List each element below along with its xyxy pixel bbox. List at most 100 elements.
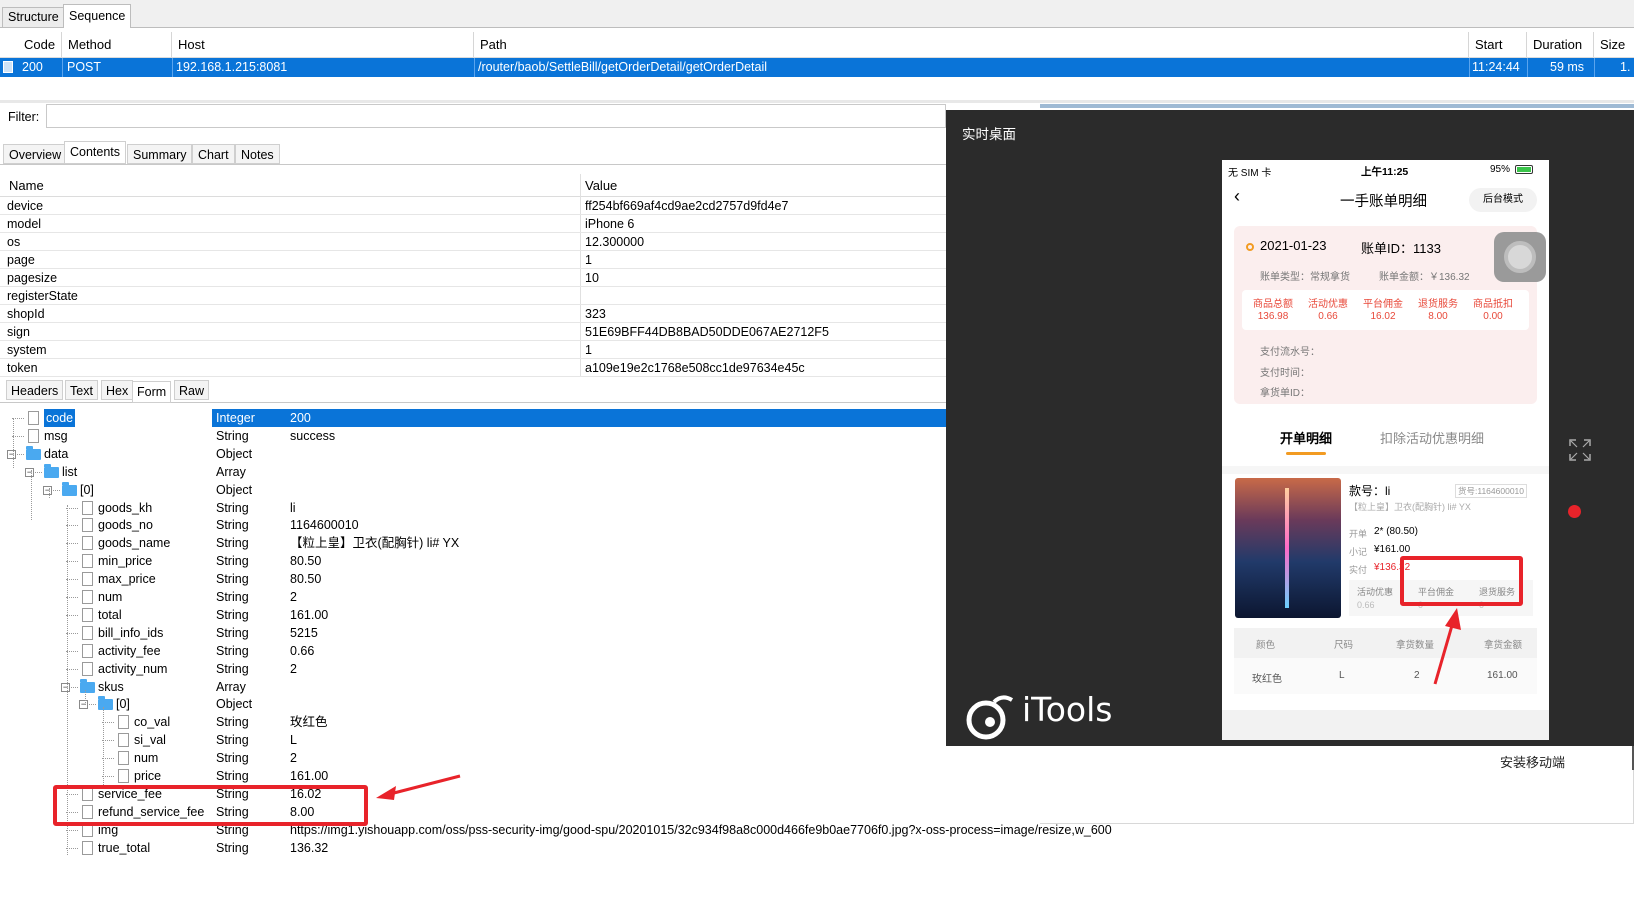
folder-icon	[44, 464, 59, 478]
col-path[interactable]: Path	[474, 32, 1469, 57]
tree-node-type: String	[216, 590, 249, 604]
col-start[interactable]: Start	[1469, 32, 1527, 57]
file-icon	[118, 733, 129, 747]
col-method[interactable]: Method	[62, 32, 172, 57]
collapse-toggle-icon[interactable]: −	[7, 450, 16, 459]
file-icon	[118, 715, 129, 729]
splitter[interactable]	[0, 100, 1634, 103]
tree-row[interactable]: − [0] Object	[0, 481, 946, 499]
tree-row[interactable]: si_val String L	[0, 731, 946, 749]
tab-text[interactable]: Text	[65, 380, 98, 400]
tree-row[interactable]: num String 2	[0, 749, 946, 767]
nav-title: 一手账单明细	[1340, 194, 1427, 210]
tree-node-name: si_val	[134, 733, 166, 747]
request-method: POST	[67, 60, 102, 74]
kv-row[interactable]: model iPhone 6	[0, 215, 946, 233]
filter-input[interactable]	[46, 104, 946, 128]
tree-row[interactable]: max_price String 80.50	[0, 570, 946, 588]
tree-row[interactable]: code Integer 200	[0, 409, 946, 427]
tree-node-type: String	[216, 501, 249, 515]
kv-row[interactable]: page 1	[0, 251, 946, 269]
tree-row[interactable]: activity_num String 2	[0, 660, 946, 678]
red-arrow-up	[1433, 608, 1461, 685]
tab-raw[interactable]: Raw	[174, 380, 210, 400]
tree-row[interactable]: activity_fee String 0.66	[0, 642, 946, 660]
tab-open-detail[interactable]: 开单明细	[1280, 428, 1332, 447]
tree-node-name: num	[134, 751, 159, 765]
collapse-toggle-icon[interactable]: −	[25, 468, 34, 477]
tab-contents[interactable]: Contents	[64, 141, 127, 164]
install-mobile-text[interactable]: 安装移动端	[1500, 752, 1565, 771]
tree-row[interactable]: goods_no String 1164600010	[0, 516, 946, 534]
file-icon	[82, 841, 93, 855]
kv-header-value[interactable]: Value	[585, 176, 617, 196]
col-size[interactable]: Size	[1594, 32, 1634, 57]
tree-row[interactable]: − data Object	[0, 445, 946, 463]
collapse-toggle-icon[interactable]: −	[61, 683, 70, 692]
col-code[interactable]: Code	[18, 32, 62, 57]
tab-form[interactable]: Form	[132, 381, 172, 403]
request-start: 11:24:44	[1472, 60, 1520, 74]
tree-node-type: String	[216, 769, 249, 783]
collapse-toggle-icon[interactable]: −	[79, 700, 88, 709]
kv-value: iPhone 6	[585, 217, 635, 231]
kv-key: token	[7, 361, 38, 375]
tab-sequence[interactable]: Sequence	[63, 4, 132, 28]
tree-row[interactable]: bill_info_ids String 5215	[0, 624, 946, 642]
chip-activity-discount: 活动优惠 0.66	[1308, 299, 1348, 322]
col-duration[interactable]: Duration	[1527, 32, 1594, 57]
tree-node-type: String	[216, 572, 249, 586]
request-row-selected[interactable]: 200 POST 192.168.1.215:8081 /router/baob…	[0, 58, 1634, 77]
assistive-touch-button[interactable]	[1494, 232, 1546, 282]
tab-headers[interactable]: Headers	[6, 380, 64, 400]
tree-row[interactable]: − list Array	[0, 463, 946, 481]
back-icon[interactable]: ‹	[1234, 186, 1240, 207]
tree-row[interactable]: goods_kh String li	[0, 499, 946, 517]
record-indicator-icon[interactable]	[1568, 505, 1581, 518]
tree-row[interactable]: total String 161.00	[0, 606, 946, 624]
kv-row[interactable]: os 12.300000	[0, 233, 946, 251]
tree-row[interactable]: true_total String 136.32	[0, 839, 946, 857]
collapse-toggle-icon[interactable]: −	[43, 486, 52, 495]
tree-row[interactable]: − [0] Object	[0, 695, 946, 713]
tree-node-type: String	[216, 626, 249, 640]
tab-overview[interactable]: Overview	[3, 144, 68, 164]
file-icon	[82, 518, 93, 532]
tree-node-type: Array	[216, 680, 246, 694]
tree-row[interactable]: − skus Array	[0, 678, 946, 696]
product-image[interactable]	[1235, 478, 1341, 618]
status-battery-text: 95%	[1490, 164, 1511, 175]
kv-row[interactable]: registerState	[0, 287, 946, 305]
tree-row[interactable]: price String 161.00	[0, 767, 946, 785]
tab-structure[interactable]: Structure	[2, 7, 65, 27]
tree-node-value: 80.50	[290, 572, 322, 586]
tree-row[interactable]: goods_name String 【粒上皇】卫衣(配胸针) li# YX	[0, 534, 946, 552]
kv-row[interactable]: system 1	[0, 341, 946, 359]
kv-key: shopId	[7, 307, 45, 321]
kv-row[interactable]: device ff254bf669af4cd9ae2cd2757d9fd4e7	[0, 197, 946, 215]
open-label: 开单	[1349, 529, 1368, 539]
tab-hex[interactable]: Hex	[101, 380, 134, 400]
fullscreen-icon[interactable]	[1568, 438, 1592, 462]
file-icon	[82, 626, 93, 640]
tree-node-type: String	[216, 429, 249, 443]
file-icon	[82, 536, 93, 550]
tab-deduct-detail[interactable]: 扣除活动优惠明细	[1380, 428, 1484, 447]
tab-summary[interactable]: Summary	[127, 144, 193, 164]
tree-node-type: Object	[216, 697, 253, 711]
background-mode-button[interactable]: 后台模式	[1469, 188, 1537, 212]
kv-row[interactable]: token a109e19e2c1768e508cc1de97634e45c	[0, 359, 946, 377]
item-no: 款号：li	[1349, 484, 1391, 498]
tree-row[interactable]: num String 2	[0, 588, 946, 606]
kv-row[interactable]: shopId 323	[0, 305, 946, 323]
col-host[interactable]: Host	[172, 32, 474, 57]
kv-header-name[interactable]: Name	[9, 176, 44, 196]
tree-row[interactable]: co_val String 玫红色	[0, 713, 946, 731]
kv-row[interactable]: sign 51E69BFF44DB8BAD50DDE067AE2712F5	[0, 323, 946, 341]
folder-icon	[62, 482, 77, 496]
kv-row[interactable]: pagesize 10	[0, 269, 946, 287]
tree-row[interactable]: min_price String 80.50	[0, 552, 946, 570]
tree-row[interactable]: msg String success	[0, 427, 946, 445]
tab-notes[interactable]: Notes	[235, 144, 280, 164]
tab-chart[interactable]: Chart	[192, 144, 235, 164]
